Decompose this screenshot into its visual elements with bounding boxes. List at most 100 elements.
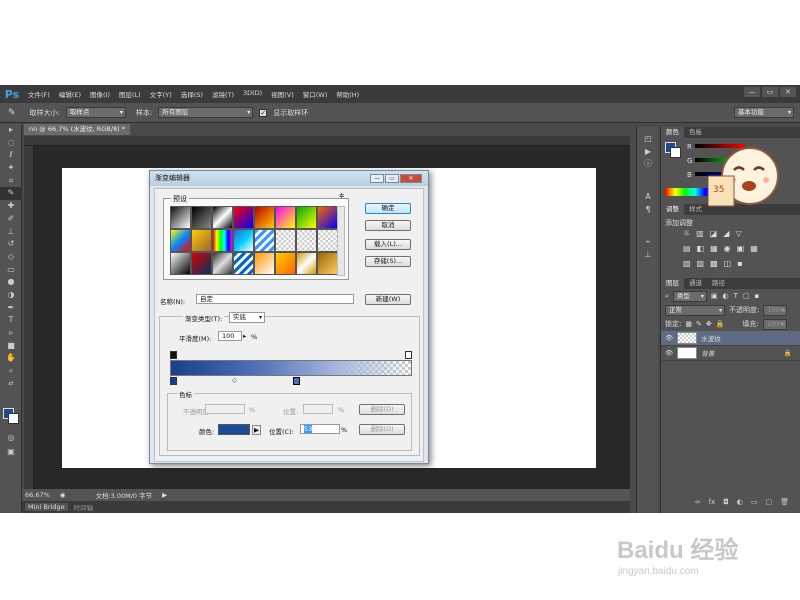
new-adjustment-icon[interactable]: ◐ [737,498,743,510]
shape-tool-icon[interactable]: ■ [0,340,22,353]
gradient-type-select[interactable]: 实底 [229,312,265,323]
fill-input[interactable]: 100% [762,318,787,330]
close-button[interactable]: ✕ [780,87,796,97]
menu-window[interactable]: 窗口(W) [303,89,328,99]
preset-swatch[interactable] [296,206,317,229]
menu-view[interactable]: 视图(V) [271,89,294,99]
healing-tool-icon[interactable]: ✚ [0,200,22,213]
background-color-swatch[interactable] [8,413,19,424]
tab-layers[interactable]: 图层 [661,278,684,289]
name-input[interactable]: 自定 [196,294,354,304]
tab-paths[interactable]: 路径 [707,278,730,289]
menu-edit[interactable]: 编辑(E) [59,89,81,99]
eraser-tool-icon[interactable]: ◇ [0,251,22,264]
character-panel-icon[interactable]: A [637,191,659,204]
menu-select[interactable]: 选择(S) [181,89,203,99]
document-tab[interactable]: nn @ 66.7% (水波纹, RGB/8) * [24,124,130,135]
blend-mode-select[interactable]: 正常 [665,304,725,316]
workspace-select[interactable]: 基本功能 [734,107,794,118]
paragraph-panel-icon[interactable]: ¶ [637,204,659,217]
show-ring-checkbox[interactable]: ✓ [259,108,268,117]
color-menu-arrow-icon[interactable]: ▶ [252,425,261,435]
dodge-tool-icon[interactable]: ◑ [0,289,22,302]
history-brush-icon[interactable]: ↺ [0,238,22,251]
stop-color-swatch[interactable] [218,424,250,435]
preset-swatch[interactable] [212,229,233,252]
load-button[interactable]: 载入(L)... [365,239,411,250]
preset-swatch[interactable] [170,206,191,229]
preset-swatch[interactable] [212,252,233,275]
preset-swatch[interactable] [191,206,212,229]
sample-size-select[interactable]: 取样点 [65,107,126,118]
trash-icon[interactable]: 🗑 [780,498,789,510]
zoom-level[interactable]: 66.67% [25,491,50,499]
brush-panel-icon[interactable]: ⌁ [637,236,659,249]
save-button[interactable]: 存储(S)... [365,256,411,267]
actions-panel-icon[interactable]: ▶ [637,146,659,159]
preset-swatch[interactable] [233,206,254,229]
tab-channels[interactable]: 通道 [684,278,707,289]
crop-tool-icon[interactable]: ⌗ [0,175,22,188]
opacity-stop-left[interactable] [170,351,177,359]
minimize-button[interactable]: — [744,87,760,97]
presets-gear-icon[interactable]: ✲ [339,192,344,200]
preset-swatch[interactable] [275,229,296,252]
screen-mode-icon[interactable]: ▣ [0,446,22,459]
dialog-maximize-button[interactable]: ▭ [385,174,399,183]
eyedropper-icon[interactable]: ✎ [8,108,16,118]
status-arrow-icon[interactable]: ▶ [162,491,167,499]
restore-button[interactable]: ▭ [762,87,778,97]
preset-swatch[interactable] [170,229,191,252]
tab-adjustments[interactable]: 调整 [661,204,684,215]
brush-tool-icon[interactable]: ✐ [0,213,22,226]
stamp-tool-icon[interactable]: ⊥ [0,226,22,239]
preset-swatch[interactable] [212,206,233,229]
lock-icons[interactable]: ▦✎✥🔒 [685,320,728,328]
tab-timeline[interactable]: 时间轴 [74,502,94,512]
add-mask-icon[interactable]: ◘ [723,498,729,510]
swap-colors-icon[interactable]: ⇄ [0,378,22,391]
preset-swatch[interactable] [254,206,275,229]
filter-icons[interactable]: ▣◐T▢▪ [711,292,764,300]
preset-swatch[interactable] [170,252,191,275]
link-layers-icon[interactable]: ∞ [695,498,701,510]
tab-color[interactable]: 颜色 [661,127,684,138]
preset-swatch[interactable] [191,252,212,275]
layer-row[interactable]: 👁 背景 🔒 [661,346,800,361]
color-location-input[interactable]: 53 [300,424,340,434]
layer-row[interactable]: 👁 水波纹 [661,331,800,346]
sample-select[interactable]: 所有图层 [158,107,254,118]
quick-select-tool-icon[interactable]: ✦ [0,162,22,175]
preset-swatch[interactable] [233,252,254,275]
history-panel-icon[interactable]: ◰ [637,133,659,146]
blur-tool-icon[interactable]: ● [0,276,22,289]
bg-swatch[interactable] [670,147,681,158]
preset-swatch[interactable] [275,206,296,229]
path-select-icon[interactable]: ▹ [0,327,22,340]
opacity-input[interactable]: 100% [763,304,788,316]
preset-swatch[interactable] [275,252,296,275]
move-tool-icon[interactable]: ▸ [0,124,22,137]
pen-tool-icon[interactable]: ✒ [0,302,22,315]
type-tool-icon[interactable]: T [0,314,22,327]
menu-file[interactable]: 文件(F) [28,89,50,99]
menu-type[interactable]: 文字(Y) [150,89,172,99]
fx-icon[interactable]: fx [709,498,716,510]
zoom-tool-icon[interactable]: ⌕ [0,365,22,378]
menu-3d[interactable]: 3D(D) [243,89,262,99]
smoothness-stepper-icon[interactable]: ▸ [243,332,246,340]
preset-swatch[interactable] [317,229,338,252]
new-group-icon[interactable]: ▭ [751,498,758,510]
lasso-tool-icon[interactable]: ℓ [0,149,22,162]
preset-swatch[interactable] [317,206,338,229]
gradient-preview-bar[interactable] [170,360,412,376]
midpoint-diamond-icon[interactable]: ◇ [232,376,237,384]
preset-swatch[interactable] [233,229,254,252]
menu-layer[interactable]: 图层(L) [119,89,141,99]
menu-image[interactable]: 图像(I) [90,89,110,99]
new-layer-icon[interactable]: ▢ [765,498,772,510]
info-panel-icon[interactable]: ⓘ [637,158,659,171]
filter-kind-select[interactable]: 类型 [672,290,707,302]
gradient-tool-icon[interactable]: ▭ [0,264,22,277]
preset-swatch[interactable] [296,252,317,275]
